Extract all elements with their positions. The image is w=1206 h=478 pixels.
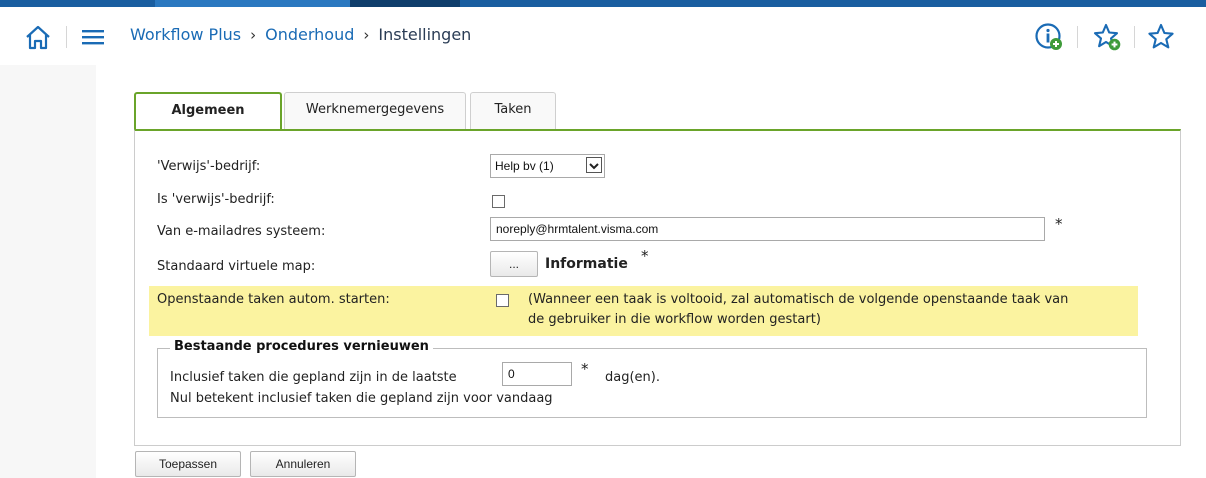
home-icon[interactable]	[24, 23, 52, 51]
virtuele-map-label: Standaard virtuele map:	[157, 259, 316, 274]
tab-algemeen[interactable]: Algemeen	[134, 92, 282, 132]
procedures-note: Nul betekent inclusief taken die gepland…	[170, 391, 553, 406]
verwijs-bedrijf-value: Help bv (1)	[495, 159, 554, 173]
top-accent-bar	[0, 0, 1206, 7]
header-divider	[66, 26, 67, 48]
top-accent-segment	[155, 0, 350, 7]
header-divider	[1077, 26, 1078, 48]
tab-label: Taken	[494, 102, 532, 117]
openstaande-taken-checkbox[interactable]	[496, 294, 509, 307]
favorite-icon[interactable]	[1146, 22, 1176, 52]
breadcrumb-separator: ›	[250, 26, 257, 44]
info-add-icon[interactable]	[1034, 22, 1064, 52]
procedures-legend: Bestaande procedures vernieuwen	[170, 339, 433, 354]
tab-taken[interactable]: Taken	[470, 92, 556, 129]
favorite-add-icon[interactable]	[1092, 22, 1122, 52]
breadcrumb-onderhoud[interactable]: Onderhoud	[265, 25, 354, 44]
days-value: 0	[508, 367, 515, 381]
browse-folder-button[interactable]: ...	[490, 251, 538, 277]
required-marker: *	[581, 360, 589, 378]
menu-icon[interactable]	[80, 26, 106, 48]
breadcrumb-separator: ›	[363, 26, 370, 44]
van-emailadres-input[interactable]: noreply@hrmtalent.visma.com	[490, 217, 1045, 241]
van-emailadres-label: Van e-mailadres systeem:	[157, 224, 326, 239]
openstaande-taken-description-line1: (Wanneer een taak is voltooid, zal autom…	[528, 292, 1069, 307]
days-suffix-label: dag(en).	[605, 370, 660, 385]
procedures-fieldset: Bestaande procedures vernieuwen Inclusie…	[157, 339, 1147, 418]
required-marker: *	[641, 247, 649, 265]
highlighted-row: Openstaande taken autom. starten: (Wanne…	[149, 286, 1138, 336]
is-verwijs-bedrijf-checkbox[interactable]	[492, 195, 505, 208]
tab-label: Algemeen	[171, 103, 245, 118]
breadcrumb-workflow-plus[interactable]: Workflow Plus	[130, 25, 241, 44]
left-sidebar	[0, 65, 96, 478]
openstaande-taken-label: Openstaande taken autom. starten:	[157, 292, 390, 307]
required-marker: *	[1055, 215, 1063, 233]
openstaande-taken-description-line2: de gebruiker in die workflow worden gest…	[528, 312, 821, 327]
apply-button[interactable]: Toepassen	[135, 451, 241, 477]
tab-werknemergegevens[interactable]: Werknemergegevens	[284, 92, 466, 129]
settings-panel: 'Verwijs'-bedrijf: Help bv (1) Is 'verwi…	[134, 129, 1181, 446]
days-input[interactable]: 0	[502, 362, 572, 386]
virtuele-map-value: Informatie	[545, 256, 628, 272]
verwijs-bedrijf-select[interactable]: Help bv (1)	[490, 154, 605, 178]
breadcrumb-current: Instellingen	[378, 25, 472, 44]
cancel-button[interactable]: Annuleren	[250, 451, 356, 477]
is-verwijs-bedrijf-label: Is 'verwijs'-bedrijf:	[157, 192, 275, 207]
van-emailadres-value: noreply@hrmtalent.visma.com	[496, 222, 659, 236]
verwijs-bedrijf-label: 'Verwijs'-bedrijf:	[157, 159, 261, 174]
procedures-prefix-label: Inclusief taken die gepland zijn in de l…	[170, 370, 457, 385]
header-bar: Workflow Plus › Onderhoud › Instellingen	[0, 7, 1206, 65]
chevron-down-icon	[586, 157, 602, 173]
header-divider	[1134, 26, 1135, 48]
tab-label: Werknemergegevens	[305, 102, 445, 117]
top-accent-segment	[350, 0, 460, 7]
breadcrumb: Workflow Plus › Onderhoud › Instellingen	[130, 25, 471, 44]
